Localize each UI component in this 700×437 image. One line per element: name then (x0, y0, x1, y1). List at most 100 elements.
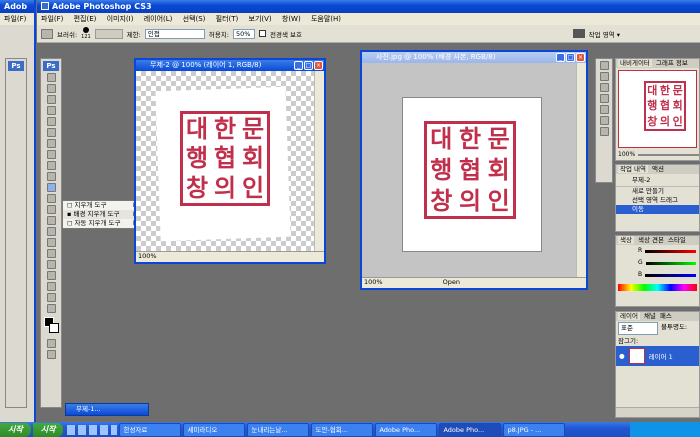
doc2-maximize-button[interactable]: □ (566, 53, 575, 62)
doc1-title-bar[interactable]: 무제-2 @ 100% (레이어 1, RGB/8) _ □ × (136, 60, 324, 71)
tab-navigator[interactable]: 내비게이터 (618, 59, 652, 67)
history-snapshot[interactable]: 무제-2 (616, 174, 699, 187)
doc1-zoom[interactable]: 100% (138, 252, 157, 260)
dock-character-icon[interactable] (599, 105, 609, 114)
menu-file[interactable]: 파일(F) (41, 15, 63, 23)
menu-layer[interactable]: 레이어(L) (144, 15, 173, 23)
navigator-thumbnail[interactable]: 대 한 문 행 협 회 창 의 인 (618, 70, 697, 148)
brush-picker[interactable]: 121 (81, 27, 91, 40)
color-spectrum[interactable] (618, 284, 697, 291)
doc2-zoom[interactable]: 100% (364, 278, 383, 287)
menu-filter[interactable]: 필터(T) (216, 15, 239, 23)
sampling-icons[interactable] (94, 28, 123, 39)
navigator-zoom-slider[interactable] (638, 154, 699, 156)
flyout-item-magic-eraser[interactable]: ◻ 자동 지우개 도구E (63, 219, 141, 228)
tab-swatches[interactable]: 색상 견본 (638, 236, 664, 244)
minimized-doc[interactable]: 무제-1... (65, 403, 149, 416)
menu-help[interactable]: 도움말(H) (311, 15, 341, 23)
task-hansung[interactable]: 한성자료 (119, 422, 182, 437)
tab-history[interactable]: 작업 내역 (618, 165, 648, 173)
magic-wand-icon[interactable] (46, 106, 56, 115)
path-select-icon[interactable] (46, 249, 56, 258)
dock-brushes-icon[interactable] (599, 83, 609, 92)
history-item-move[interactable]: 이동 (616, 205, 699, 214)
history-brush-icon[interactable] (46, 172, 56, 181)
crop-tool-icon[interactable] (46, 117, 56, 126)
dock-layercomps-icon[interactable] (599, 127, 609, 136)
menu-window[interactable]: 창(W) (282, 15, 301, 23)
stamp-tool-icon[interactable] (46, 161, 56, 170)
dock-paragraph-icon[interactable] (599, 116, 609, 125)
doc2-minimize-button[interactable]: _ (556, 53, 565, 62)
tab-actions[interactable]: 액션 (652, 165, 664, 173)
color-row-b[interactable]: B (616, 269, 699, 281)
blur-tool-icon[interactable] (46, 205, 56, 214)
limit-select[interactable]: 인접 (144, 28, 205, 39)
brush-tool-icon[interactable] (46, 150, 56, 159)
navigator-zoom-value[interactable]: 100% (618, 150, 635, 160)
tab-color[interactable]: 색상 (618, 236, 634, 244)
tab-channels[interactable]: 채널 (644, 312, 656, 320)
doc2-vscroll[interactable] (576, 63, 586, 277)
quick-mask-icon[interactable] (46, 339, 56, 348)
task-semiradio[interactable]: 세미라디오 (183, 422, 246, 437)
task-doan[interactable]: 도안-협회... (311, 422, 374, 437)
doc2-close-button[interactable]: × (576, 53, 585, 62)
color-slider-b[interactable] (645, 273, 696, 277)
type-tool-icon[interactable] (46, 238, 56, 247)
slice-tool-icon[interactable] (46, 128, 56, 137)
doc1-maximize-button[interactable]: □ (304, 61, 313, 70)
color-slider-r[interactable] (645, 249, 696, 253)
tab-layers[interactable]: 레이어 (618, 312, 640, 320)
marquee-tool-icon[interactable] (46, 84, 56, 93)
layer-row[interactable]: ● 레이어 1 (616, 346, 699, 366)
bg-menu-file[interactable]: 파일(F) (0, 13, 34, 25)
doc1-minimize-button[interactable]: _ (294, 61, 303, 70)
eyedropper-icon[interactable] (46, 282, 56, 291)
flyout-item-bg-eraser[interactable]: ▪ 배경 지우개 도구E (63, 210, 141, 219)
menu-edit[interactable]: 편집(E) (74, 15, 97, 23)
menu-select[interactable]: 선택(S) (183, 15, 206, 23)
workspace-menu[interactable]: 작업 영역 ▾ (589, 29, 620, 39)
zoom-tool-icon[interactable] (46, 304, 56, 313)
doc2-title-bar[interactable]: 사진.jpg @ 100% (배경 사본, RGB/8) _ □ × (362, 52, 586, 63)
tool-preset-icon[interactable] (41, 28, 53, 39)
dock-history-icon[interactable] (599, 61, 609, 70)
protect-checkbox[interactable] (258, 30, 266, 37)
eraser-tool-icon[interactable] (46, 183, 56, 192)
tab-histogram[interactable]: 그래프 정보 (656, 59, 688, 67)
history-item-new[interactable]: 새로 만들기 (616, 187, 699, 196)
color-row-r[interactable]: R (616, 245, 699, 257)
background-color[interactable] (49, 323, 59, 333)
history-item-drag[interactable]: 선택 영역 드래그 (616, 196, 699, 205)
notes-tool-icon[interactable] (46, 271, 56, 280)
pen-tool-icon[interactable] (46, 227, 56, 236)
healing-brush-icon[interactable] (46, 139, 56, 148)
task-photoshop-2[interactable]: Adobe Pho... (439, 422, 502, 437)
workspace-icon[interactable] (572, 29, 585, 38)
task-snowday[interactable]: 눈내리는날... (247, 422, 310, 437)
doc1-vscroll[interactable] (314, 71, 324, 251)
visibility-eye-icon[interactable]: ● (619, 352, 625, 360)
color-swatches[interactable] (43, 316, 59, 336)
menu-view[interactable]: 보기(V) (249, 15, 272, 23)
start-button[interactable]: 시작 (32, 422, 64, 437)
menu-image[interactable]: 이미지(I) (107, 15, 134, 23)
dodge-tool-icon[interactable] (46, 216, 56, 225)
tab-paths[interactable]: 패스 (660, 312, 672, 320)
color-row-g[interactable]: G (616, 257, 699, 269)
screen-mode-icon[interactable] (46, 350, 56, 359)
doc1-canvas[interactable]: 대 한 문 행 협 회 창 의 인 (136, 71, 314, 251)
move-tool-icon[interactable] (46, 73, 56, 82)
flyout-item-eraser[interactable]: ◻ 지우개 도구E (63, 201, 141, 210)
dock-clone-icon[interactable] (599, 94, 609, 103)
doc1-close-button[interactable]: × (314, 61, 323, 70)
color-slider-g[interactable] (645, 261, 696, 265)
dock-actions-icon[interactable] (599, 72, 609, 81)
tolerance-input[interactable]: 50% (232, 28, 255, 39)
gradient-tool-icon[interactable] (46, 194, 56, 203)
hand-tool-icon[interactable] (46, 293, 56, 302)
blend-mode-select[interactable]: 표준 (618, 322, 658, 335)
task-p8[interactable]: p8.JPG - ... (503, 422, 566, 437)
task-photoshop-1[interactable]: Adobe Pho... (375, 422, 438, 437)
